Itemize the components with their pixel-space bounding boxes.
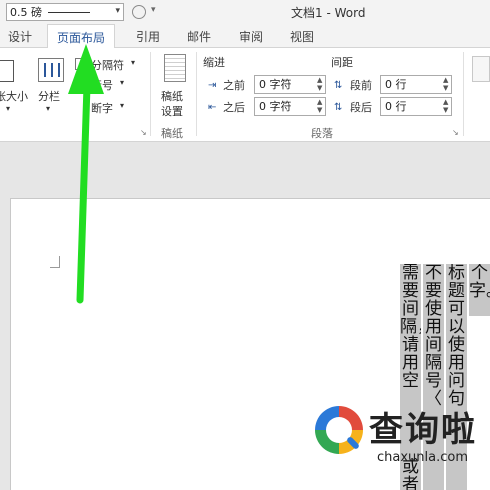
spacing-after-icon: ⇅ — [334, 102, 343, 113]
margin-corner-mark — [50, 256, 60, 268]
tab-view[interactable]: 视图 — [290, 28, 314, 45]
page-setup-launcher-icon[interactable]: ↘ — [140, 128, 147, 137]
indent-before-value: 0 字符 — [259, 78, 292, 91]
group-divider — [196, 52, 197, 136]
window-title: 文档1 - Word — [291, 6, 366, 20]
watermark-logo: 查询啦 chaxunla.com — [315, 400, 485, 470]
manuscript-group-title: 稿纸 — [161, 127, 183, 140]
hyphenation-button[interactable]: 断字 — [91, 100, 113, 116]
indent-before-label: 之前 — [223, 79, 245, 92]
indent-after-label: 之后 — [223, 101, 245, 114]
stepper-arrows-icon[interactable]: ▲▼ — [443, 76, 449, 92]
group-divider — [463, 52, 464, 136]
chevron-down-icon[interactable]: ▾ — [46, 104, 50, 113]
spacing-after-stepper[interactable]: 0 行 ▲▼ — [380, 97, 452, 116]
ribbon: 纸张大小 ▾ 分栏 ▾ 分隔符 ▾ 行号 ▾ 断字 ▾ ↘ 稿纸 设置 稿纸 缩… — [0, 48, 490, 142]
tab-review[interactable]: 审阅 — [239, 28, 263, 45]
breaks-button[interactable]: 分隔符 — [91, 57, 124, 73]
position-icon[interactable] — [472, 56, 490, 82]
border-weight-value: 0.5 磅 — [10, 6, 42, 19]
spacing-before-stepper[interactable]: 0 行 ▲▼ — [380, 75, 452, 94]
spacing-header: 间距 — [331, 56, 353, 69]
manuscript-settings-line1[interactable]: 稿纸 — [161, 88, 183, 104]
chevron-down-icon[interactable]: ▾ — [131, 58, 135, 67]
logo-q-icon — [315, 406, 363, 454]
tab-references[interactable]: 引用 — [136, 28, 160, 45]
spacing-after-value: 0 行 — [385, 100, 407, 113]
line-style-preview — [48, 11, 90, 13]
paragraph-group-title: 段落 — [311, 127, 333, 140]
spacing-before-value: 0 行 — [385, 78, 407, 91]
chevron-down-icon[interactable]: ▾ — [115, 6, 120, 16]
breaks-icon[interactable] — [75, 58, 87, 70]
border-weight-combo[interactable]: 0.5 磅 ▾ — [6, 3, 124, 21]
indent-after-value: 0 字符 — [259, 100, 292, 113]
chevron-down-icon[interactable]: ▾ — [151, 5, 156, 15]
spacing-after-label: 段后 — [350, 101, 372, 114]
stepper-arrows-icon[interactable]: ▲▼ — [317, 76, 323, 92]
indent-left-icon: ⇥ — [208, 80, 217, 91]
manuscript-settings-line2[interactable]: 设置 — [161, 103, 183, 119]
indent-right-icon: ⇤ — [208, 102, 217, 113]
tab-page-layout[interactable]: 页面布局 — [47, 24, 116, 49]
spacing-before-icon: ⇅ — [334, 80, 343, 91]
columns-button[interactable]: 分栏 — [38, 88, 60, 104]
tab-design[interactable]: 设计 — [8, 28, 32, 45]
columns-icon[interactable] — [38, 58, 64, 82]
line-numbers-icon[interactable] — [75, 77, 87, 89]
group-divider — [150, 52, 151, 136]
stepper-arrows-icon[interactable]: ▲▼ — [317, 98, 323, 114]
chevron-down-icon[interactable]: ▾ — [120, 101, 124, 110]
stepper-arrows-icon[interactable]: ▲▼ — [443, 98, 449, 114]
chevron-down-icon[interactable]: ▾ — [120, 78, 124, 87]
manuscript-icon[interactable] — [164, 54, 186, 82]
text-column[interactable]: 个字。 — [469, 264, 490, 316]
indent-after-stepper[interactable]: 0 字符 ▲▼ — [254, 97, 326, 116]
page-size-button[interactable]: 纸张大小 — [0, 88, 28, 104]
logo-name: 查询啦 — [369, 410, 477, 450]
indent-header: 缩进 — [203, 56, 225, 69]
line-numbers-button[interactable]: 行号 — [91, 77, 113, 93]
spacing-before-label: 段前 — [350, 79, 372, 92]
pen-color-button[interactable] — [132, 5, 146, 19]
chevron-down-icon[interactable]: ▾ — [6, 104, 10, 113]
logo-domain: chaxunla.com — [377, 450, 468, 465]
ribbon-tab-bar: 设计 页面布局 引用 邮件 审阅 视图 — [0, 24, 490, 49]
indent-before-stepper[interactable]: 0 字符 ▲▼ — [254, 75, 326, 94]
paragraph-launcher-icon[interactable]: ↘ — [452, 128, 459, 137]
title-bar: 0.5 磅 ▾ ▾ 文档1 - Word — [0, 0, 490, 24]
tab-mailings[interactable]: 邮件 — [187, 28, 211, 45]
page-size-icon[interactable] — [0, 60, 14, 82]
